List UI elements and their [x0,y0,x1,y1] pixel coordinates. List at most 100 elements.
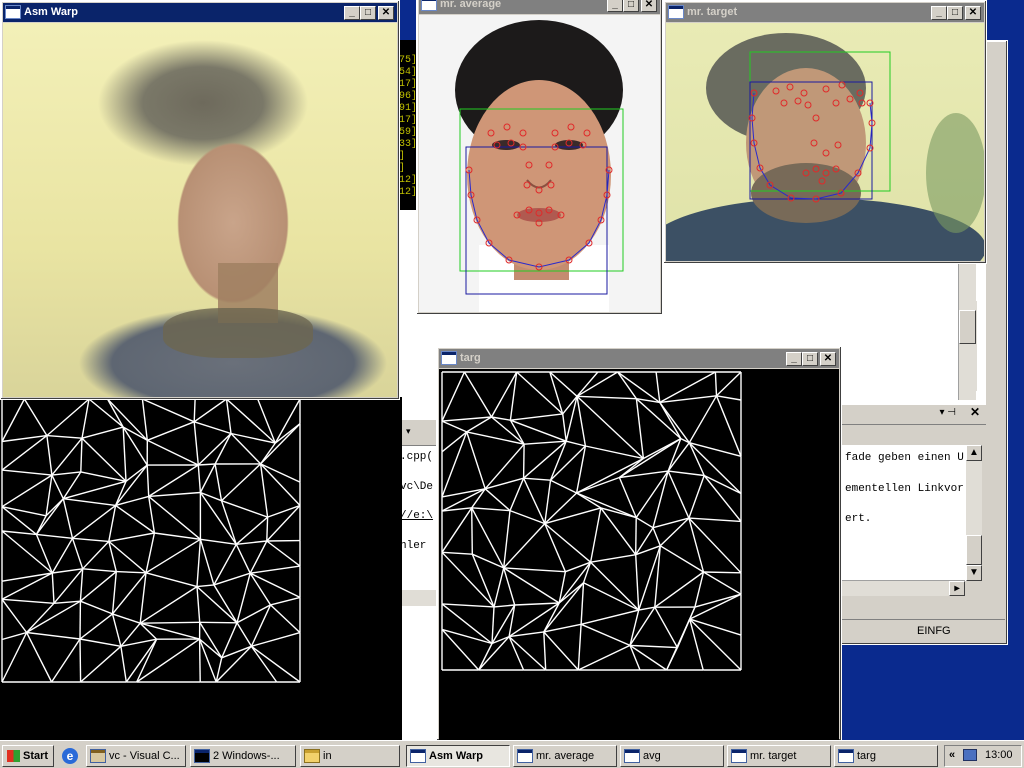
window-icon [625,750,639,762]
mesh-edge [503,567,566,573]
minimize-button[interactable]: _ [344,6,360,20]
minimize-button[interactable]: _ [786,352,802,366]
mesh-edge [503,523,546,569]
mesh-edge [1,632,28,683]
mesh-edge [108,532,155,543]
output-pin-icon[interactable]: ▾ ⊣ [939,407,956,418]
mesh-edge [549,440,567,481]
hscroll-right-button[interactable]: ▸ [949,581,965,596]
task-avg[interactable]: avg [620,745,724,767]
task-label: targ [857,750,876,762]
vs-toolbar-strip: ▾ [398,420,438,446]
mesh-edge [1,469,52,476]
dropdown-arrow-icon[interactable]: ▾ [406,426,411,437]
maximize-button[interactable]: □ [623,0,639,12]
quick-launch-ie-icon[interactable]: e [62,748,78,764]
mesh-edge [250,645,301,683]
mesh-edge [665,618,691,671]
mesh-edge [147,421,195,441]
window-icon [411,750,425,762]
mesh-edge [197,464,202,493]
mesh-edge [26,600,81,634]
close-button[interactable]: ✕ [378,6,394,20]
mesh-edge [688,395,718,444]
mesh-edge [198,639,201,683]
task-asm-warp[interactable]: Asm Warp [406,745,510,767]
mesh-edge [199,463,216,493]
minimize-button[interactable]: _ [607,0,623,12]
mesh-edge [510,413,563,421]
scroll-down-button[interactable]: ▼ [966,565,982,581]
output-close-icon[interactable]: ✕ [970,405,980,419]
vs-hscroll-right[interactable]: ▸ [840,580,965,596]
mesh-edge [193,421,232,435]
mesh-edge [1,598,28,633]
mesh-edge [577,624,582,671]
mesh-edge [266,517,269,542]
mesh-edge [635,398,645,459]
mesh-edge [193,398,196,422]
task-windows-console[interactable]: 2 Windows-... [190,745,296,767]
task-label: mr. target [750,750,797,762]
window-icon [442,352,456,364]
mesh-edge [688,442,742,494]
mesh-edge [148,491,201,498]
mesh-edge [441,628,493,645]
mesh-edge [260,423,301,465]
mesh-edge [46,398,90,437]
mesh-edge [441,603,495,608]
close-button[interactable]: ✕ [820,352,836,366]
mesh-edge [566,440,586,447]
mesh-edge [79,638,82,683]
output-vscrollbar[interactable]: ▲ ▼ [966,445,982,581]
mr-average-titlebar[interactable]: mr. average _ □ ✕ [419,0,660,14]
scroll-thumb[interactable] [966,535,982,565]
mesh-edge [441,416,492,422]
targ-mesh-panel [439,369,839,740]
mesh-edge [146,465,150,497]
mesh-edge [214,463,223,501]
mesh-edge [577,644,631,671]
task-mr-target[interactable]: mr. target [727,745,831,767]
right-eye [555,140,583,150]
close-button[interactable]: ✕ [641,0,657,12]
mesh-edge [80,645,122,683]
task-mr-average[interactable]: mr. average [513,745,617,767]
vs-left-scroll-thumb[interactable] [959,310,976,344]
network-icon[interactable] [963,749,977,761]
mesh-edge [688,442,705,476]
task-targ[interactable]: targ [834,745,938,767]
mesh-edge [51,638,81,683]
targ-titlebar[interactable]: targ _ □ ✕ [439,349,839,368]
console-line: 17] [399,79,418,90]
mesh-edge [659,371,716,404]
mesh-edge [629,606,656,646]
window-title: mr. average [440,0,502,10]
mesh-edge [466,431,525,445]
maximize-button[interactable]: □ [947,6,963,20]
average-face-panel [419,15,660,312]
start-button[interactable]: Start [2,745,54,767]
mesh-edge [196,586,201,623]
scroll-up-button[interactable]: ▲ [966,445,982,461]
close-button[interactable]: ✕ [965,6,981,20]
tray-expand-icon[interactable]: « [949,749,955,761]
maximize-button[interactable]: □ [802,352,818,366]
mesh-edge [79,638,122,647]
task-visual-studio[interactable]: vc - Visual C... [86,745,186,767]
mesh-edge [544,480,552,524]
mesh-edge [46,435,53,476]
asm-warp-titlebar[interactable]: Asm Warp _ □ ✕ [3,3,397,22]
mesh-edge [544,523,592,563]
mesh-edge [715,395,742,457]
mesh-edge [1,530,37,536]
maximize-button[interactable]: □ [360,6,376,20]
mr-target-titlebar[interactable]: mr. target _ □ ✕ [666,3,984,22]
task-folder-in[interactable]: in [300,745,400,767]
mesh-edge [635,517,654,529]
mesh-edge [508,636,547,671]
mesh-edge [509,419,525,445]
mesh-edge [63,498,116,507]
clock[interactable]: 13:00 [985,749,1013,761]
minimize-button[interactable]: _ [931,6,947,20]
